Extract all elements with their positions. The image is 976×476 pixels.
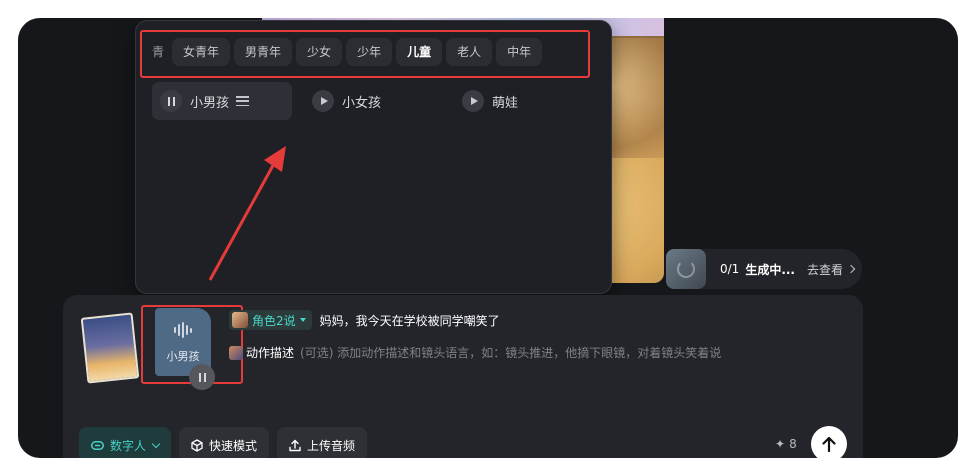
generation-progress-pill[interactable]: 0/1 生成中... 去查看 — [666, 249, 862, 289]
fast-mode-button[interactable]: 快速模式 — [179, 427, 270, 458]
voice-category-tabs: 青 女青年 男青年 少女 少年 儿童 老人 中年 — [150, 38, 543, 66]
cube-icon — [191, 438, 203, 452]
digital-human-label: 数字人 — [110, 438, 147, 453]
category-tab-girl[interactable]: 少女 — [296, 38, 343, 66]
credit-cost: ✦ 8 — [775, 437, 797, 451]
send-button[interactable] — [811, 426, 847, 458]
view-results-link[interactable]: 去查看 — [807, 261, 856, 278]
dialogue-input[interactable]: 妈妈，我今天在学校被同学嘲笑了 — [320, 312, 500, 329]
category-tab-boy[interactable]: 少年 — [346, 38, 393, 66]
voice-option-label: 小男孩 — [190, 95, 230, 111]
view-results-label: 去查看 — [807, 262, 844, 277]
digital-human-dropdown[interactable]: 数字人 — [79, 427, 172, 458]
role-label: 角色2说 — [252, 313, 296, 328]
category-tab-young-woman[interactable]: 女青年 — [172, 38, 231, 66]
caret-down-icon — [299, 318, 306, 322]
credit-count: 8 — [789, 437, 797, 451]
reference-image-thumbnail[interactable] — [80, 312, 140, 384]
app-frame: 青 女青年 男青年 少女 少年 儿童 老人 中年 小男孩 小女孩 萌娃 0/1 … — [18, 18, 958, 458]
action-description-label: 动作描述 — [246, 346, 295, 360]
category-tab-young-man[interactable]: 男青年 — [234, 38, 293, 66]
sparkle-icon: ✦ — [775, 437, 786, 451]
voice-picker-panel: 青 女青年 男青年 少女 少年 儿童 老人 中年 小男孩 小女孩 萌娃 — [135, 20, 612, 294]
category-tab-child[interactable]: 儿童 — [396, 38, 443, 66]
progress-count: 0/1 — [720, 262, 740, 276]
upload-icon — [289, 439, 301, 452]
upload-audio-button[interactable]: 上传音频 — [277, 427, 368, 458]
pause-icon — [198, 372, 206, 382]
audio-file-label: 小男孩 — [166, 350, 200, 363]
role-selector[interactable]: 角色2说 — [229, 310, 312, 330]
dialogue-row: 角色2说 妈妈，我今天在学校被同学嘲笑了 — [229, 310, 500, 330]
category-tab-middle-aged[interactable]: 中年 — [496, 38, 543, 66]
voice-option-little-boy[interactable]: 小男孩 — [152, 82, 292, 120]
action-description-input[interactable]: (可选) 添加动作描述和镜头语言，如：镜头推进，他摘下眼镜，对着镜头笑着说 — [300, 344, 721, 361]
voice-option-little-girl[interactable]: 小女孩 — [304, 82, 454, 120]
upload-audio-label: 上传音频 — [307, 438, 356, 453]
waveform-icon — [174, 322, 192, 338]
play-icon[interactable] — [462, 90, 484, 112]
play-icon[interactable] — [312, 90, 334, 112]
voice-option-cute-baby[interactable]: 萌娃 — [454, 82, 554, 120]
arrow-up-icon — [822, 436, 836, 452]
category-tab-partial[interactable]: 青 — [150, 38, 168, 66]
avatar — [232, 312, 248, 328]
avatar — [229, 345, 243, 360]
audio-pause-button[interactable] — [189, 364, 215, 390]
progress-status: 生成中... — [745, 262, 795, 277]
voice-list: 小男孩 小女孩 萌娃 — [152, 82, 602, 120]
voice-option-label: 萌娃 — [492, 95, 519, 111]
annotation-arrow — [208, 146, 286, 281]
category-tab-elderly[interactable]: 老人 — [446, 38, 493, 66]
progress-thumbnail — [666, 249, 706, 289]
link-icon — [91, 440, 104, 450]
chevron-right-icon — [846, 264, 856, 274]
sliders-icon[interactable] — [236, 96, 250, 106]
pause-icon[interactable] — [160, 90, 182, 112]
fast-mode-label: 快速模式 — [209, 438, 258, 453]
chevron-down-icon — [151, 439, 161, 448]
spinner-icon — [677, 260, 695, 278]
prompt-composer: 小男孩 角色2说 妈妈，我今天在学校被同学嘲笑了 动作描述 (可选) 添加动作描… — [63, 295, 863, 458]
voice-option-label: 小女孩 — [342, 95, 382, 111]
action-row: 动作描述 (可选) 添加动作描述和镜头语言，如：镜头推进，他摘下眼镜，对着镜头笑… — [229, 344, 721, 361]
